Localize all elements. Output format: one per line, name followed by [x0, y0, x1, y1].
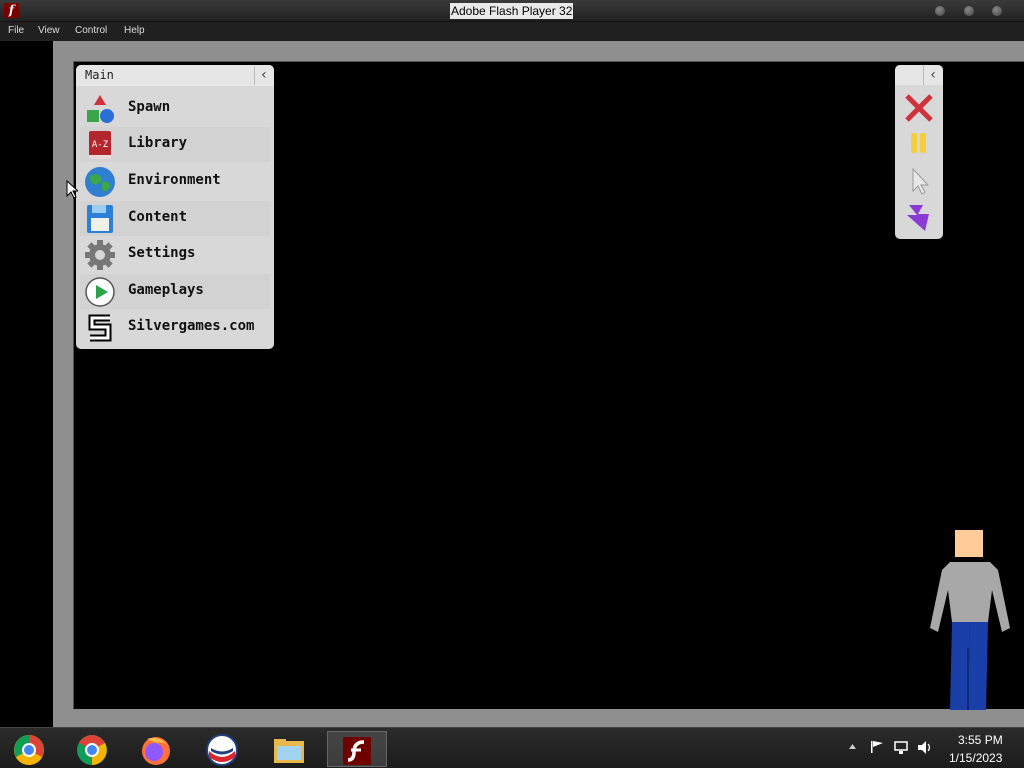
menu-item-spawn[interactable]: Spawn [80, 91, 270, 126]
spawn-shapes-icon [87, 95, 114, 123]
menu-item-silvergames[interactable]: Silvergames.com [80, 310, 270, 345]
minimize-button[interactable] [935, 6, 945, 16]
menu-item-library[interactable]: A-Z Library [80, 127, 270, 162]
window-title: Adobe Flash Player 32 [450, 3, 574, 19]
menu-item-label: Library [128, 135, 188, 151]
menu-item-label: Settings [128, 245, 196, 261]
menu-bar: File View Control Help [0, 22, 1024, 41]
tool-panel: ‹ [895, 65, 943, 239]
taskbar-app-flash-player[interactable] [327, 731, 387, 767]
menu-item-label: Environment [128, 172, 221, 188]
main-panel-header: Main ‹ [76, 65, 274, 86]
gear-icon [85, 240, 115, 270]
clock-date[interactable]: 1/15/2023 [949, 751, 1002, 765]
clock-time[interactable]: 3:55 PM [958, 733, 1003, 747]
close-button[interactable] [992, 6, 1002, 16]
taskbar-app-firefox[interactable] [127, 731, 187, 767]
flag-icon[interactable] [870, 740, 884, 754]
main-menu-panel: Main ‹ Spawn A-Z Library Environment Con… [76, 65, 274, 349]
menu-item-label: Gameplays [128, 282, 204, 298]
menu-control[interactable]: Control [75, 25, 107, 36]
stage-frame [53, 709, 1024, 727]
menu-file[interactable]: File [8, 25, 24, 36]
chevron-left-icon[interactable]: ‹ [923, 65, 942, 85]
a-z-book-icon: A-Z [89, 131, 111, 159]
maximize-button[interactable] [964, 6, 974, 16]
chevron-left-icon[interactable]: ‹ [254, 66, 273, 85]
taskbar-app-file-explorer[interactable] [260, 731, 320, 767]
menu-item-gameplays[interactable]: Gameplays [80, 274, 270, 309]
volume-icon[interactable] [917, 740, 933, 755]
taskbar-app-chrome[interactable] [63, 731, 123, 767]
firefox-icon [142, 737, 170, 765]
taskbar-app-chrome-canary[interactable] [0, 731, 60, 767]
play-icon [85, 277, 115, 307]
opera-icon [206, 734, 238, 766]
menu-help[interactable]: Help [124, 25, 145, 36]
stage-frame [53, 41, 1024, 61]
tool-panel-header: ‹ [895, 65, 943, 85]
chrome-icon [77, 735, 107, 765]
menu-item-label: Silvergames.com [128, 318, 255, 334]
file-explorer-icon [274, 739, 304, 763]
taskbar-app-opera[interactable] [193, 731, 253, 767]
globe-icon [85, 167, 115, 197]
network-icon[interactable] [893, 740, 909, 755]
flash-app-icon[interactable]: f [4, 3, 19, 18]
lightning-icon[interactable] [903, 201, 935, 233]
menu-item-settings[interactable]: Settings [80, 237, 270, 272]
mouse-cursor-icon [66, 180, 78, 199]
chrome-canary-icon [14, 735, 44, 765]
floppy-disk-icon [87, 205, 113, 233]
main-panel-title: Main [85, 68, 114, 82]
silvergames-logo-icon [88, 314, 112, 342]
ragdoll-character[interactable] [920, 528, 1020, 710]
menu-view[interactable]: View [38, 25, 60, 36]
stage-frame [53, 41, 73, 727]
chevron-up-icon[interactable] [848, 743, 857, 751]
pointer-icon[interactable] [903, 165, 935, 197]
flash-player-icon [343, 737, 371, 765]
title-bar: f Adobe Flash Player 32 [0, 0, 1024, 22]
svg-text:A-Z: A-Z [92, 140, 109, 150]
pause-icon[interactable] [903, 128, 935, 160]
menu-item-environment[interactable]: Environment [80, 164, 270, 199]
close-x-icon[interactable] [903, 92, 935, 124]
menu-item-label: Content [128, 209, 188, 225]
menu-item-label: Spawn [128, 99, 171, 115]
menu-item-content[interactable]: Content [80, 201, 270, 236]
